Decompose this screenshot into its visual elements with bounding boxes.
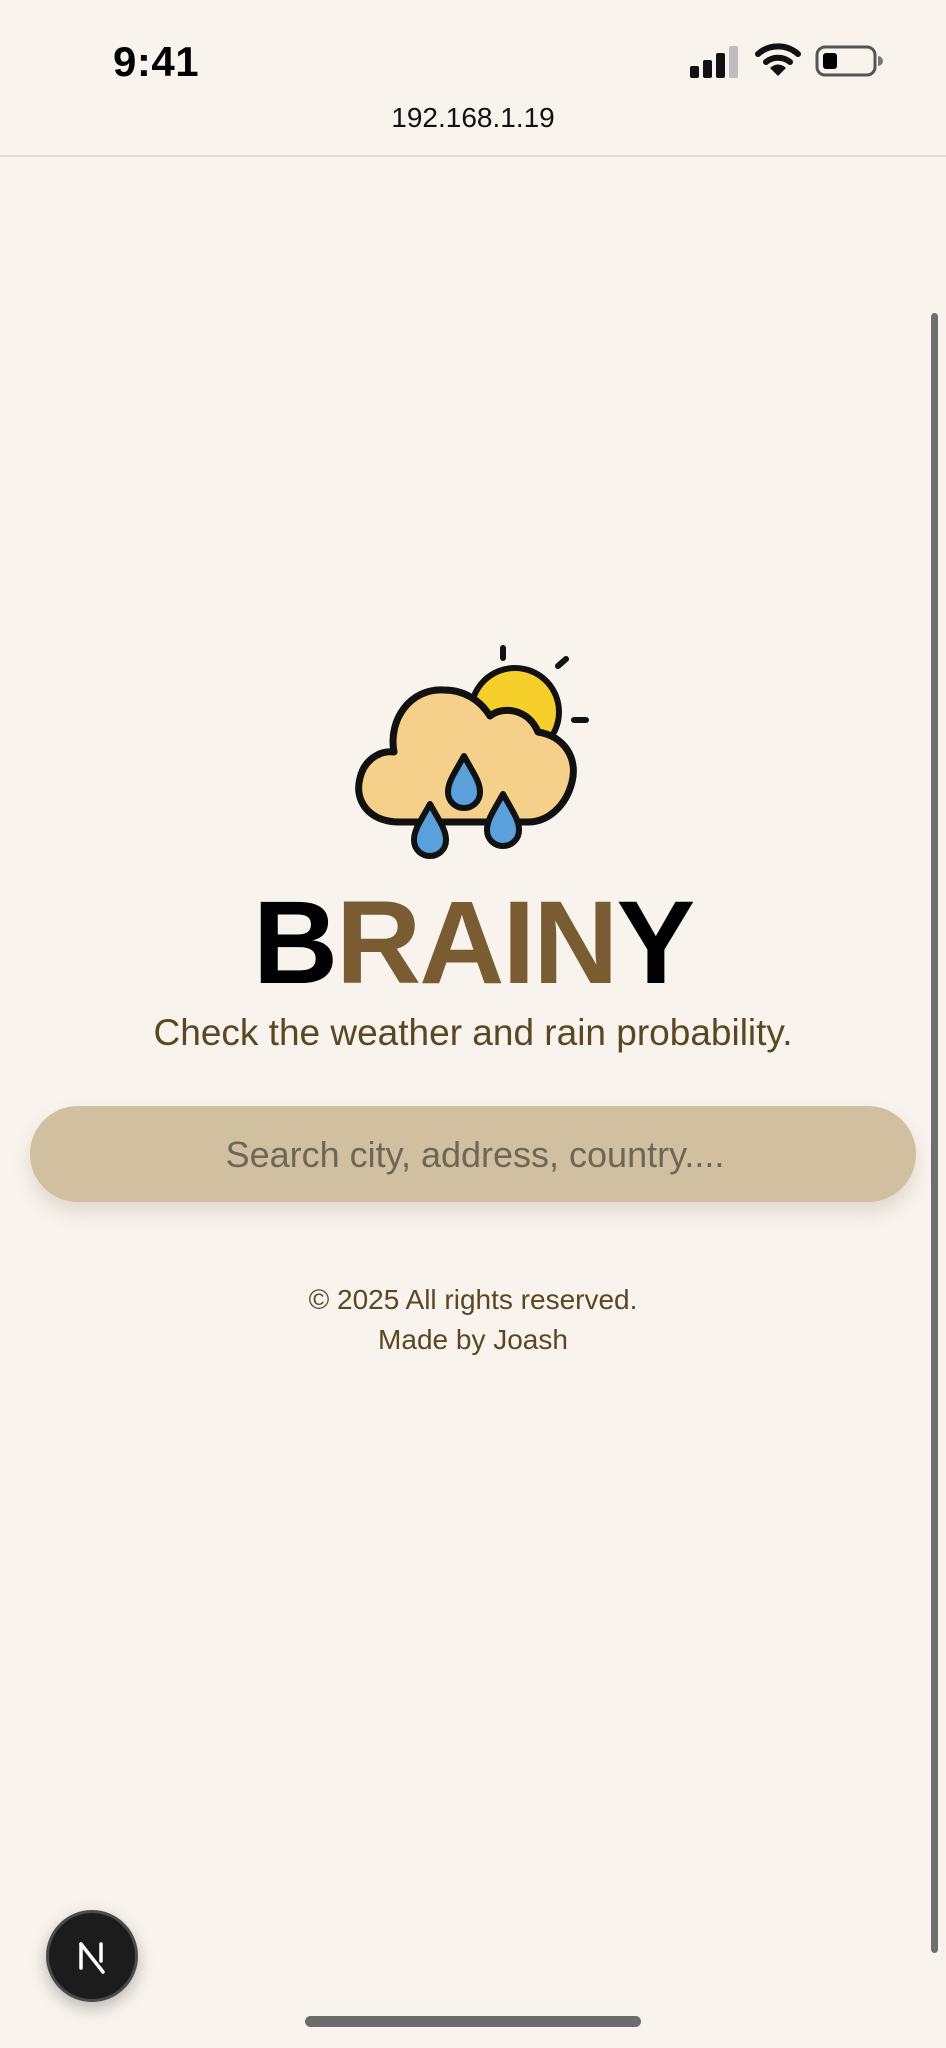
screen: 9:41 192.168.1.19 BRAINY Check the weath… [0, 0, 946, 2048]
footer-copyright: © 2025 All rights reserved. [308, 1284, 638, 1315]
cellular-signal-icon [690, 44, 740, 78]
sun-cloud-rain-icon [355, 645, 589, 859]
search-bar[interactable] [30, 1106, 920, 1204]
battery-icon [815, 45, 883, 77]
nextjs-dev-button[interactable] [46, 1910, 138, 2002]
wifi-icon [755, 43, 801, 76]
page-scrollbar[interactable] [931, 313, 938, 1953]
footer-credit: Made by Joash [378, 1324, 568, 1355]
search-input[interactable] [30, 1106, 920, 1204]
status-time: 9:41 [113, 38, 200, 85]
footer: © 2025 All rights reserved. Made by Joas… [0, 1280, 946, 1360]
status-bar: 9:41 192.168.1.19 [0, 0, 946, 133]
tagline: Check the weather and rain probability. [153, 1012, 793, 1053]
address-bar-divider [0, 155, 946, 157]
brand-title: BRAINY [0, 878, 946, 1008]
nextjs-icon [79, 1942, 105, 1974]
brand-title-prefix: B [252, 877, 338, 1009]
brand-title-suffix: Y [616, 877, 695, 1009]
brand-title-middle: RAIN [336, 877, 618, 1009]
home-indicator[interactable] [305, 2016, 641, 2027]
address-bar-url[interactable]: 192.168.1.19 [0, 102, 946, 134]
